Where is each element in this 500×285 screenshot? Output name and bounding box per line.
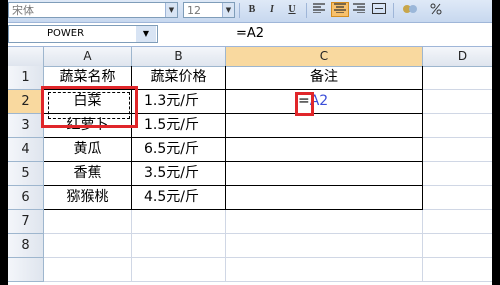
cell-a9[interactable] <box>44 258 132 282</box>
row-header-5[interactable]: 5 <box>8 162 44 186</box>
column-header-row: A B C D <box>8 47 492 67</box>
font-size-value: 12 <box>187 4 201 17</box>
table-row: 6 猕猴桃 4.5元/斤 <box>8 186 492 210</box>
cell-d2[interactable] <box>423 90 492 114</box>
font-name-value: 宋体 <box>12 4 34 17</box>
cell-c4[interactable] <box>226 138 423 162</box>
toolbar-divider <box>239 3 240 18</box>
row-header-6[interactable]: 6 <box>8 186 44 210</box>
cell-d4[interactable] <box>423 138 492 162</box>
percent-icon <box>430 3 442 15</box>
align-left-icon <box>313 3 325 14</box>
align-left-button[interactable] <box>311 3 327 17</box>
chevron-down-icon[interactable]: ▼ <box>165 3 177 17</box>
cell-c1[interactable]: 备注 <box>226 66 423 90</box>
cell-a5[interactable]: 香蕉 <box>44 162 132 186</box>
formatting-toolbar: 宋体 ▼ 12 ▼ B I U <box>8 0 492 23</box>
row-header-7[interactable]: 7 <box>8 210 44 234</box>
cell-c2[interactable]: =A2 <box>226 90 423 114</box>
font-name-select[interactable]: 宋体 ▼ <box>8 2 178 18</box>
cell-a1[interactable]: 蔬菜名称 <box>44 66 132 90</box>
cell-d5[interactable] <box>423 162 492 186</box>
cell-a7[interactable] <box>44 210 132 234</box>
cell-b2[interactable]: 1.3元/斤 <box>132 90 226 114</box>
merge-center-button[interactable] <box>371 3 387 17</box>
cell-b5[interactable]: 3.5元/斤 <box>132 162 226 186</box>
table-row <box>8 258 492 282</box>
chevron-down-icon[interactable]: ▼ <box>136 26 156 42</box>
column-header-a[interactable]: A <box>44 47 132 66</box>
cell-a6[interactable]: 猕猴桃 <box>44 186 132 210</box>
table-row: 1 蔬菜名称 蔬菜价格 备注 <box>8 66 492 90</box>
cell-b9[interactable] <box>132 258 226 282</box>
cell-d6[interactable] <box>423 186 492 210</box>
cell-a4[interactable]: 黄瓜 <box>44 138 132 162</box>
column-header-d[interactable]: D <box>423 47 492 66</box>
column-header-c[interactable]: C <box>226 47 423 66</box>
table-row: 7 <box>8 210 492 234</box>
cell-c6[interactable] <box>226 186 423 210</box>
italic-button[interactable]: I <box>264 3 280 17</box>
name-box-value: POWER <box>47 28 85 39</box>
formula-input[interactable]: =A2 <box>236 25 264 43</box>
cell-c9[interactable] <box>226 258 423 282</box>
bold-icon: B <box>248 4 256 15</box>
bold-button[interactable]: B <box>244 3 260 17</box>
row-header-4[interactable]: 4 <box>8 138 44 162</box>
cell-d8[interactable] <box>423 234 492 258</box>
cell-c5[interactable] <box>226 162 423 186</box>
row-header-9[interactable] <box>8 258 44 282</box>
cell-d1[interactable] <box>423 66 492 90</box>
table-row: 3 红萝卜 1.5元/斤 <box>8 114 492 138</box>
select-all-corner[interactable] <box>8 47 44 66</box>
cell-d3[interactable] <box>423 114 492 138</box>
cell-d7[interactable] <box>423 210 492 234</box>
currency-button[interactable] <box>400 3 422 17</box>
cell-c8[interactable] <box>226 234 423 258</box>
cell-a8[interactable] <box>44 234 132 258</box>
toolbar-divider <box>393 3 394 18</box>
cell-b7[interactable] <box>132 210 226 234</box>
cell-a3[interactable]: 红萝卜 <box>44 114 132 138</box>
align-center-icon <box>334 3 346 14</box>
cell-b8[interactable] <box>132 234 226 258</box>
underline-button[interactable]: U <box>284 3 300 17</box>
row-header-3[interactable]: 3 <box>8 114 44 138</box>
chevron-down-icon[interactable]: ▼ <box>222 3 234 17</box>
cell-c3[interactable] <box>226 114 423 138</box>
row-header-1[interactable]: 1 <box>8 66 44 90</box>
formula-reference: A2 <box>309 93 329 109</box>
align-center-button[interactable] <box>331 2 349 17</box>
table-row: 8 <box>8 234 492 258</box>
cell-a2[interactable]: 白菜 <box>44 90 132 114</box>
underline-icon: U <box>288 4 296 15</box>
cell-d9[interactable] <box>423 258 492 282</box>
align-right-icon <box>353 3 365 14</box>
currency-icon <box>403 5 417 13</box>
table-row: 2 白菜 1.3元/斤 =A2 <box>8 90 492 114</box>
cell-c7[interactable] <box>226 210 423 234</box>
row-header-8[interactable]: 8 <box>8 234 44 258</box>
table-row: 5 香蕉 3.5元/斤 <box>8 162 492 186</box>
formula-equals: = <box>298 93 310 109</box>
percent-button[interactable] <box>428 3 444 17</box>
italic-icon: I <box>270 4 274 15</box>
table-row: 4 黄瓜 6.5元/斤 <box>8 138 492 162</box>
font-size-select[interactable]: 12 ▼ <box>183 2 235 18</box>
toolbar-divider <box>306 3 307 18</box>
worksheet-grid: 1 蔬菜名称 蔬菜价格 备注 2 白菜 1.3元/斤 =A2 3 红萝卜 1.5… <box>8 66 492 285</box>
cell-b6[interactable]: 4.5元/斤 <box>132 186 226 210</box>
cell-b1[interactable]: 蔬菜价格 <box>132 66 226 90</box>
row-header-2[interactable]: 2 <box>8 90 44 114</box>
align-right-button[interactable] <box>351 3 367 17</box>
formula-bar: POWER ▼ =A2 <box>8 23 492 47</box>
cell-b3[interactable]: 1.5元/斤 <box>132 114 226 138</box>
excel-window: 宋体 ▼ 12 ▼ B I U POWER ▼ =A2 A B C D 1 蔬菜… <box>8 0 492 285</box>
column-header-b[interactable]: B <box>132 47 226 66</box>
merge-center-icon <box>372 3 386 14</box>
cell-b4[interactable]: 6.5元/斤 <box>132 138 226 162</box>
